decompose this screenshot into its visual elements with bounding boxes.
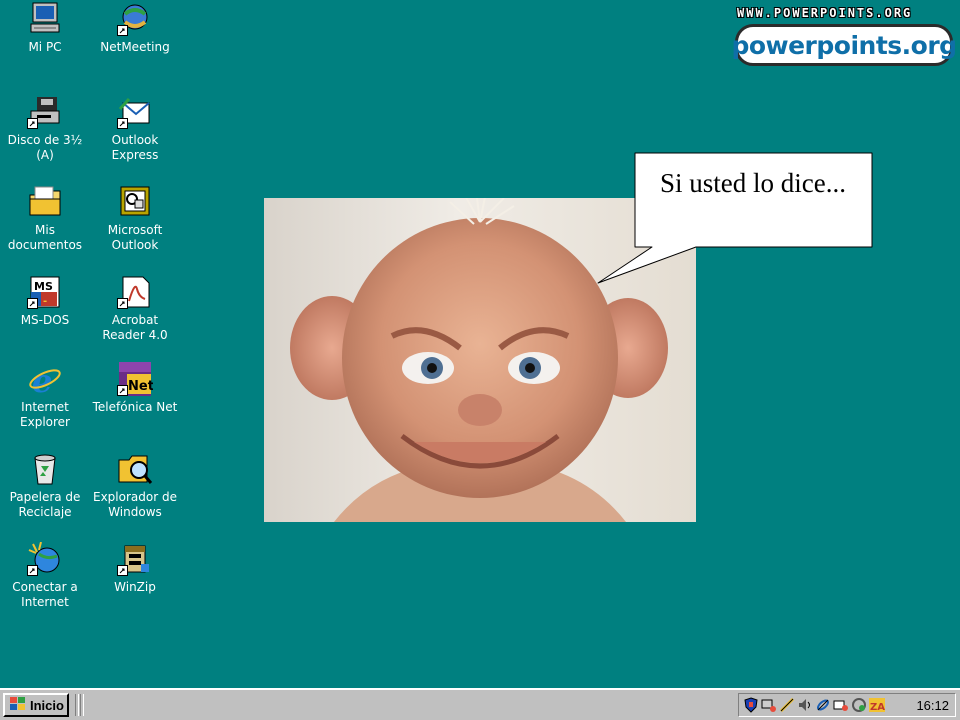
shortcut-arrow-icon	[117, 565, 128, 576]
netmeeting-icon	[117, 2, 153, 36]
desktop-icon-winzip[interactable]: WinZip	[90, 542, 180, 595]
desktop-icon-microsoft-outlook[interactable]: Microsoft Outlook	[90, 185, 180, 253]
connect-internet-icon	[27, 541, 63, 576]
desktop-icon-netmeeting[interactable]: NetMeeting	[90, 2, 180, 55]
icon-label: Telefónica Net	[92, 400, 178, 414]
svg-text:Net: Net	[128, 379, 153, 394]
start-button[interactable]: Inicio	[3, 693, 69, 717]
shortcut-arrow-icon	[117, 25, 128, 36]
antivirus-shield-icon[interactable]	[743, 697, 759, 713]
microsoft-outlook-icon	[117, 185, 153, 219]
icon-label: Acrobat Reader 4.0	[102, 313, 168, 342]
svg-text:MS: MS	[34, 280, 53, 293]
icon-label: Microsoft Outlook	[107, 223, 163, 252]
shortcut-arrow-icon	[117, 118, 128, 129]
my-computer-icon	[27, 2, 63, 36]
desktop-icon-conectar-internet[interactable]: Conectar a Internet	[0, 541, 90, 610]
icon-label: Internet Explorer	[20, 400, 70, 429]
mail-icon[interactable]	[833, 697, 849, 713]
speech-bubble-text: Si usted lo dice...	[660, 168, 846, 198]
icon-label: Mis documentos	[7, 223, 83, 252]
icon-label: WinZip	[114, 580, 156, 594]
icon-label: Disco de 3½ (A)	[7, 133, 83, 162]
acrobat-reader-icon	[117, 275, 153, 309]
icon-label: Explorador de Windows	[93, 490, 177, 519]
icon-label: Papelera de Reciclaje	[9, 490, 81, 519]
floppy-drive-icon	[27, 95, 63, 129]
taskbar: Inicio ZA 16:12	[0, 688, 960, 720]
zonealarm-icon[interactable]: ZA	[869, 697, 885, 713]
recycle-bin-icon	[27, 452, 63, 486]
system-tray: ZA 16:12	[738, 693, 956, 717]
outlook-express-icon	[117, 95, 153, 129]
desktop-icon-outlook-express[interactable]: Outlook Express	[90, 95, 180, 163]
telefonica-net-icon: Net	[117, 362, 154, 396]
quick-launch-handle[interactable]	[80, 694, 84, 716]
desktop-icon-internet-explorer[interactable]: e Internet Explorer	[0, 362, 90, 430]
desktop-icon-mi-pc[interactable]: Mi PC	[0, 2, 90, 55]
volume-icon[interactable]	[797, 697, 813, 713]
network-icon[interactable]	[761, 697, 777, 713]
start-button-label: Inicio	[30, 697, 64, 713]
desktop-icon-ms-dos[interactable]: MS - MS-DOS	[0, 275, 90, 328]
shortcut-arrow-icon	[117, 385, 128, 396]
brand-logo: powerpoints.org	[731, 24, 957, 66]
winzip-icon	[117, 542, 153, 576]
icon-label: Mi PC	[28, 40, 62, 54]
icon-label: Outlook Express	[111, 133, 159, 162]
windows-explorer-icon	[117, 452, 153, 486]
windows-logo-icon	[9, 696, 27, 715]
desktop-icon-telefonica-net[interactable]: Net Telefónica Net	[90, 362, 180, 415]
svg-text:ZA: ZA	[870, 702, 885, 713]
shortcut-arrow-icon	[27, 298, 38, 309]
icon-label: NetMeeting	[100, 40, 170, 54]
taskbar-separator	[75, 694, 79, 716]
desktop-icon-floppy[interactable]: Disco de 3½ (A)	[0, 95, 90, 163]
icon-label: Conectar a Internet	[12, 580, 78, 609]
shortcut-arrow-icon	[27, 118, 38, 129]
brand-url: WWW.POWERPOINTS.ORG	[737, 6, 913, 20]
internet-explorer-icon: e	[27, 362, 63, 400]
link-icon[interactable]	[815, 697, 831, 713]
shortcut-arrow-icon	[27, 565, 38, 576]
folder-icon	[27, 185, 63, 219]
desktop-icon-acrobat[interactable]: Acrobat Reader 4.0	[90, 275, 180, 343]
security-icon[interactable]	[851, 697, 867, 713]
ms-dos-icon: MS -	[27, 275, 63, 309]
desktop-icon-windows-explorer[interactable]: Explorador de Windows	[90, 452, 180, 520]
shortcut-arrow-icon	[117, 298, 128, 309]
connection-icon[interactable]	[779, 697, 795, 713]
taskbar-clock[interactable]: 16:12	[916, 698, 949, 713]
desktop-icon-mis-documentos[interactable]: Mis documentos	[0, 185, 90, 253]
desktop-icon-recycle-bin[interactable]: Papelera de Reciclaje	[0, 452, 90, 520]
svg-text:-: -	[43, 296, 47, 307]
brand-logo-text: powerpoints.org	[731, 30, 957, 60]
icon-label: MS-DOS	[20, 313, 70, 327]
